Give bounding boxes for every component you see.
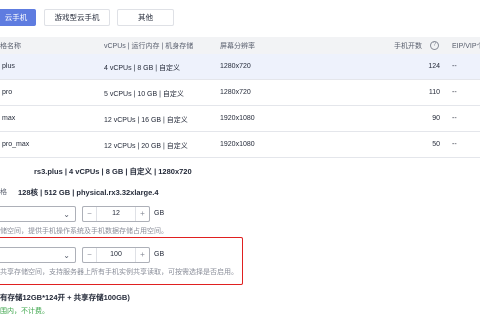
row-eip: -- xyxy=(452,63,457,70)
chevron-down-icon: ⌄ xyxy=(63,251,70,260)
row-name: pro xyxy=(2,89,13,96)
row-name: plus xyxy=(2,63,15,70)
row-spec: 12 vCPUs | 16 GB | 自定义 xyxy=(104,117,188,124)
table-row[interactable]: max 12 vCPUs | 16 GB | 自定义 1920x1080 90 … xyxy=(0,106,480,132)
row-resolution: 1920x1080 xyxy=(220,115,255,122)
row-spec: 4 vCPUs | 8 GB | 自定义 xyxy=(104,65,180,72)
chevron-down-icon: ⌄ xyxy=(63,210,70,219)
row-name: pro_max xyxy=(2,141,30,148)
row-eip: -- xyxy=(452,89,457,96)
storage-unit: GB xyxy=(154,210,165,217)
row-phones: 50 xyxy=(432,141,440,148)
server-spec-value: 128核 | 512 GB | physical.rx3.32xlarge.4 xyxy=(18,188,159,197)
server-spec-label: 格 xyxy=(0,189,7,196)
storage-hint: 储空间，提供手机操作系统及手机数据存储占用空间。 xyxy=(0,228,168,235)
shared-storage-type-select[interactable]: ⌄ xyxy=(0,247,76,263)
selected-phone-spec: rs3.plus | 4 vCPUs | 8 GB | 自定义 | 1280x7… xyxy=(34,167,192,176)
column-header-eip: EIP/VIP个 xyxy=(452,43,480,50)
storage-type-select[interactable]: ⌄ xyxy=(0,206,76,222)
column-header-spec: vCPUs | 运行内存 | 机身存储 xyxy=(104,43,194,50)
tab-cloud-phone[interactable]: 云手机 xyxy=(0,9,36,26)
column-header-name: 格名称 xyxy=(0,43,21,50)
billing-note: 围内，不计费。 xyxy=(0,308,49,315)
storage-total: 有存储12GB*124开 + 共享存储100GB) xyxy=(0,293,130,302)
tab-other[interactable]: 其他 xyxy=(117,9,174,26)
row-phones: 124 xyxy=(428,63,440,70)
table-row[interactable]: plus 4 vCPUs | 8 GB | 自定义 1280x720 124 -… xyxy=(0,54,480,80)
column-header-resolution: 屏幕分辨率 xyxy=(220,43,255,50)
storage-quantity-stepper[interactable]: − 12 + xyxy=(82,206,150,222)
row-name: max xyxy=(2,115,16,122)
decrement-button[interactable]: − xyxy=(83,207,97,221)
tab-game-cloud-phone[interactable]: 游戏型云手机 xyxy=(44,9,110,26)
table-row[interactable]: pro 5 vCPUs | 10 GB | 自定义 1280x720 110 -… xyxy=(0,80,480,106)
shared-storage-quantity-stepper[interactable]: − 100 + xyxy=(82,247,150,263)
row-resolution: 1920x1080 xyxy=(220,141,255,148)
table-row[interactable]: pro_max 12 vCPUs | 20 GB | 自定义 1920x1080… xyxy=(0,132,480,158)
row-spec: 5 vCPUs | 10 GB | 自定义 xyxy=(104,91,184,98)
row-phones: 110 xyxy=(428,89,440,96)
row-resolution: 1280x720 xyxy=(220,89,251,96)
row-eip: -- xyxy=(452,141,457,148)
shared-storage-hint: 共享存储空间，支持服务器上所有手机实例共享读取，可按需选择是否启用。 xyxy=(0,269,238,276)
shared-storage-unit: GB xyxy=(154,251,165,258)
increment-button[interactable]: + xyxy=(135,248,149,262)
decrement-button[interactable]: − xyxy=(83,248,97,262)
help-icon[interactable]: ? xyxy=(430,41,439,50)
increment-button[interactable]: + xyxy=(135,207,149,221)
row-resolution: 1280x720 xyxy=(220,63,251,70)
row-spec: 12 vCPUs | 20 GB | 自定义 xyxy=(104,143,188,150)
row-phones: 90 xyxy=(432,115,440,122)
row-eip: -- xyxy=(452,115,457,122)
shared-storage-value[interactable]: 100 xyxy=(97,248,135,262)
storage-value[interactable]: 12 xyxy=(97,207,135,221)
column-header-phones: 手机开数 xyxy=(394,43,422,50)
